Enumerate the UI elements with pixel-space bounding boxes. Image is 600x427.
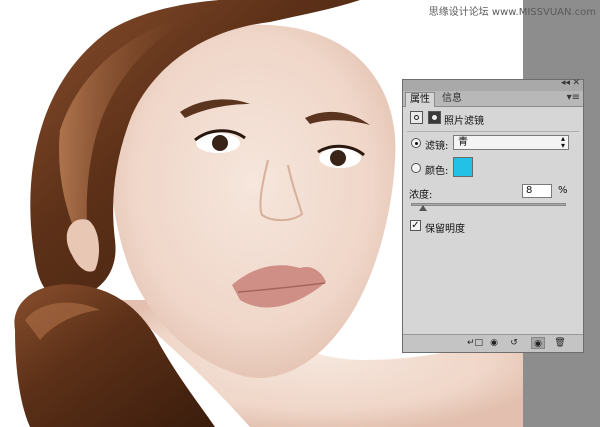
panel-menu-icon[interactable]: ▾≡ [567, 92, 580, 103]
density-slider-track[interactable] [411, 203, 566, 206]
filter-dropdown[interactable]: 青 ▴ ▾ [453, 135, 569, 150]
tab-info[interactable]: 信息 [438, 92, 466, 106]
color-swatch[interactable] [453, 157, 473, 177]
color-radio[interactable] [411, 163, 421, 173]
preserve-luminosity-label: 保留明度 [425, 224, 465, 235]
density-label: 浓度: [409, 190, 433, 201]
density-unit: % [558, 185, 568, 196]
close-panel-icon[interactable]: ✕ [572, 78, 580, 88]
visibility-eye-icon[interactable]: ◉ [531, 337, 545, 349]
filter-label: 滤镜: [425, 141, 449, 152]
photo-filter-icon [410, 111, 423, 124]
adjustment-title: 照片滤镜 [444, 116, 484, 127]
properties-panel[interactable]: ◂◂ ✕ 属性 信息 ▾≡ 照片滤镜 滤镜: 青 ▴ ▾ 颜色: 浓度: 8 % … [402, 78, 584, 353]
dropdown-arrows-icon: ▴ ▾ [560, 134, 565, 150]
tab-properties[interactable]: 属性 [405, 92, 435, 107]
filter-radio[interactable] [411, 138, 421, 148]
header-divider [407, 131, 579, 132]
trash-icon[interactable]: 🗑 [553, 337, 567, 349]
document-canvas[interactable]: 思缘设计论坛 www.MISSVUAN.com ◂◂ ✕ 属性 信息 ▾≡ 照片… [0, 0, 600, 427]
panel-title-bar[interactable]: ◂◂ ✕ [403, 78, 583, 91]
panel-tabs: 属性 信息 ▾≡ [403, 91, 583, 107]
color-label: 颜色: [425, 166, 449, 177]
collapse-panel-icon[interactable]: ◂◂ [561, 78, 570, 88]
filter-dropdown-value: 青 [458, 137, 468, 148]
preserve-luminosity-checkbox[interactable]: ✓ [410, 220, 421, 231]
panel-footer: ↵□ ◉ ↺ ◉ 🗑 [403, 334, 583, 352]
view-previous-state-icon[interactable]: ◉ [487, 337, 501, 349]
reset-icon[interactable]: ↺ [507, 337, 521, 349]
density-input[interactable]: 8 [522, 184, 552, 198]
site-watermark: 思缘设计论坛 www.MISSVUAN.com [428, 7, 596, 18]
layer-mask-icon[interactable] [428, 111, 441, 124]
density-slider-thumb[interactable] [419, 205, 428, 211]
clip-to-layer-icon[interactable]: ↵□ [467, 337, 483, 349]
